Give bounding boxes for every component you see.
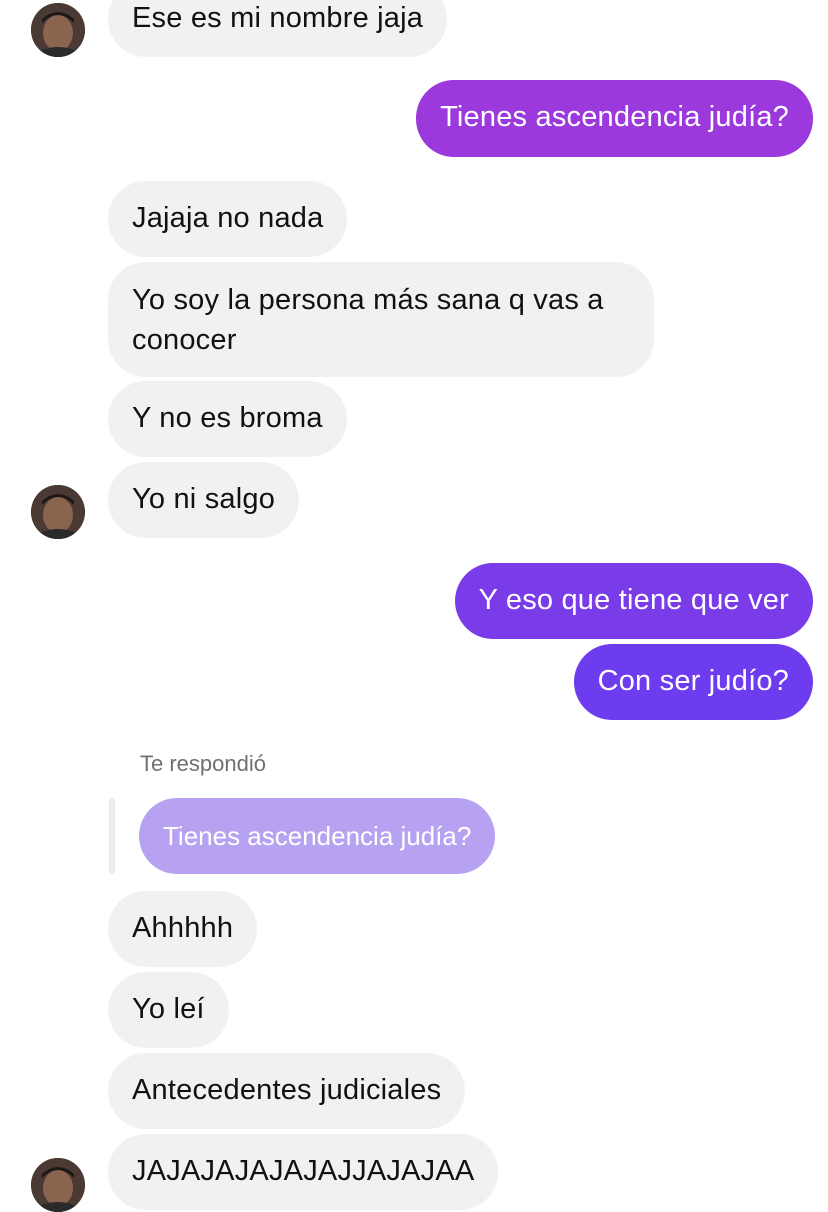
message-bubble-sent[interactable]: Y eso que tiene que ver	[454, 563, 813, 639]
avatar-photo-icon	[31, 3, 85, 57]
message-bubble-received[interactable]: Ahhhhh	[108, 891, 258, 967]
contact-avatar[interactable]	[31, 3, 85, 57]
avatar-photo-icon	[31, 485, 85, 539]
message-bubble-received[interactable]: Antecedentes judiciales	[108, 1053, 466, 1129]
message-bubble-sent[interactable]: Tienes ascendencia judía?	[416, 80, 813, 157]
contact-avatar[interactable]	[31, 485, 85, 539]
reply-label: Te respondió	[140, 751, 266, 776]
message-bubble-received[interactable]: Yo ni salgo	[108, 462, 300, 538]
message-bubble-sent[interactable]: Con ser judío?	[573, 644, 813, 720]
reply-indicator-bar	[109, 798, 115, 874]
message-bubble-received[interactable]: Yo soy la persona más sana q vas a conoc…	[108, 262, 654, 377]
message-bubble-received[interactable]: Y no es broma	[108, 381, 347, 457]
message-bubble-received[interactable]: Jajaja no nada	[108, 181, 348, 257]
avatar-photo-icon	[31, 1158, 85, 1212]
message-bubble-received[interactable]: Yo leí	[108, 972, 229, 1048]
contact-avatar[interactable]	[31, 1158, 85, 1212]
quoted-message[interactable]: Tienes ascendencia judía?	[139, 798, 496, 874]
message-bubble-received[interactable]: JAJAJAJAJAJAJJAJAJAA	[108, 1134, 499, 1210]
message-bubble-received[interactable]: Ese es mi nombre jaja	[108, 0, 448, 57]
